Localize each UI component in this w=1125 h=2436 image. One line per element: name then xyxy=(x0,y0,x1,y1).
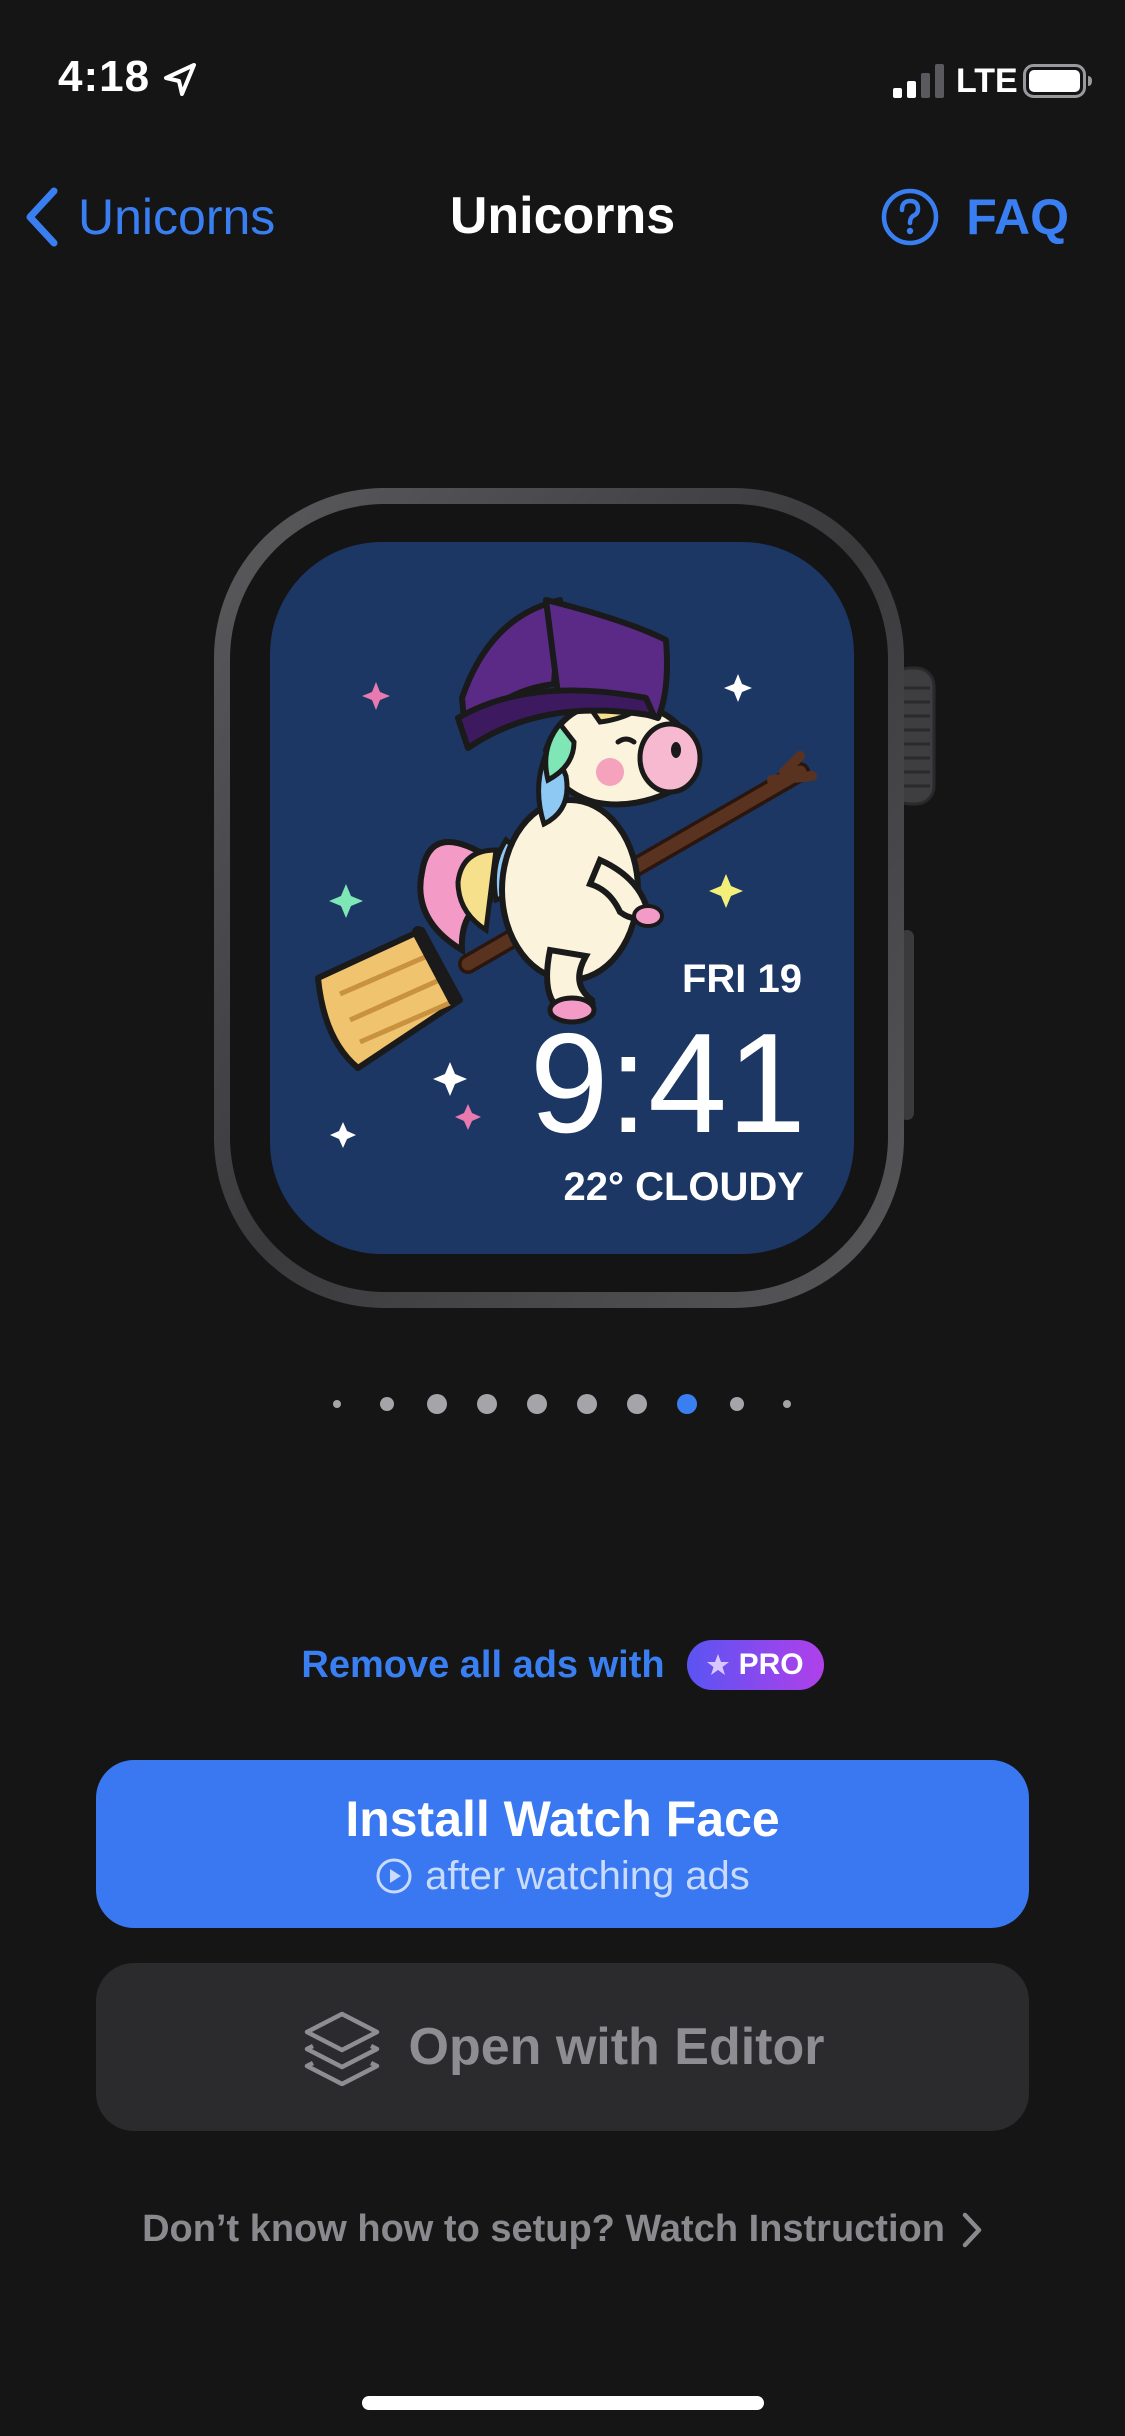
page-dot[interactable] xyxy=(380,1397,394,1411)
page-dot[interactable] xyxy=(783,1400,791,1408)
play-circle-icon xyxy=(376,1858,412,1894)
status-time: 4:18 xyxy=(58,52,151,101)
home-indicator[interactable] xyxy=(362,2396,764,2410)
watch-face-preview[interactable]: FRI 19 9:41 22° CLOUDY xyxy=(200,480,960,1320)
promo-text: Remove all ads with xyxy=(301,1643,665,1686)
cellular-signal-icon xyxy=(893,64,944,98)
page-dot[interactable] xyxy=(477,1394,497,1414)
page-dot[interactable] xyxy=(627,1394,647,1414)
chevron-right-icon xyxy=(962,2212,982,2247)
page-dot[interactable] xyxy=(577,1394,597,1414)
watch-date: FRI 19 xyxy=(682,957,802,1001)
battery-icon xyxy=(1023,64,1092,98)
watch-instruction-link[interactable]: Don’t know how to setup? Watch Instructi… xyxy=(0,2208,1125,2251)
faq-button[interactable]: FAQ xyxy=(880,180,1069,254)
install-button-subtitle: after watching ads xyxy=(425,1853,750,1898)
layers-icon xyxy=(304,2011,379,2086)
open-with-editor-button[interactable]: Open with Editor xyxy=(96,1963,1029,2131)
page-dot[interactable] xyxy=(427,1394,447,1414)
page-dot[interactable] xyxy=(730,1397,744,1411)
page-dot[interactable] xyxy=(527,1394,547,1414)
page-dot[interactable] xyxy=(333,1400,341,1408)
pro-badge[interactable]: PRO xyxy=(686,1640,824,1690)
install-button-subtitle-row: after watching ads xyxy=(375,1854,750,1899)
watch-weather: 22° CLOUDY xyxy=(564,1165,805,1209)
remove-ads-promo[interactable]: Remove all ads with PRO xyxy=(0,1640,1125,1690)
question-circle-icon xyxy=(881,188,939,246)
star-icon xyxy=(706,1654,729,1675)
location-arrow-icon xyxy=(164,63,196,96)
page-dot-active[interactable] xyxy=(677,1394,697,1414)
editor-button-label: Open with Editor xyxy=(408,2018,825,2076)
install-button-title: Install Watch Face xyxy=(345,1790,780,1847)
instruction-text: Don’t know how to setup? Watch Instructi… xyxy=(142,2208,945,2250)
watch-time: 9:41 xyxy=(530,1004,806,1163)
pro-badge-label: PRO xyxy=(738,1648,804,1681)
faq-label: FAQ xyxy=(966,189,1069,245)
network-type: LTE xyxy=(956,62,1018,100)
page-indicator[interactable] xyxy=(0,1384,1125,1424)
install-watch-face-button[interactable]: Install Watch Face after watching ads xyxy=(96,1760,1029,1928)
